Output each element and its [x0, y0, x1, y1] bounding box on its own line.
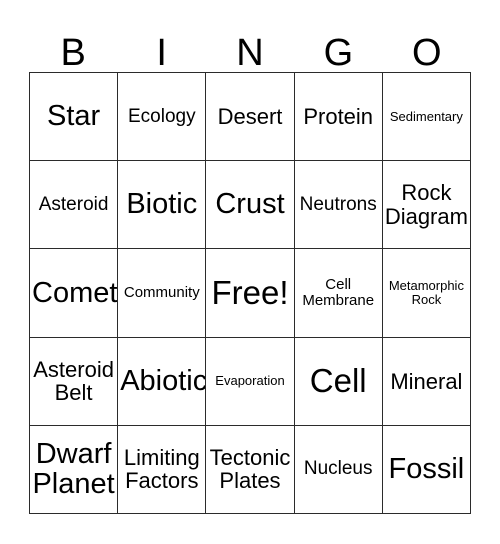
bingo-cell[interactable]: Evaporation	[206, 337, 295, 426]
bingo-cell[interactable]: Metamorphic Rock	[382, 249, 471, 338]
bingo-cell[interactable]: Star	[30, 73, 119, 162]
bingo-cell[interactable]: Mineral	[382, 337, 471, 426]
bingo-cell-label: Tectonic Plates	[209, 445, 291, 494]
bingo-cell[interactable]: Crust	[206, 161, 295, 250]
bingo-cell-label: Asteroid	[38, 193, 109, 215]
bingo-cell-label: Crust	[215, 188, 285, 221]
bingo-cell-label: Limiting Factors	[123, 445, 200, 494]
bingo-cell[interactable]: Comet	[30, 249, 119, 338]
bingo-cell-label: Neutrons	[299, 193, 377, 215]
bingo-cell-free[interactable]: Free!	[206, 249, 295, 338]
bingo-cell[interactable]: Cell	[294, 337, 383, 426]
bingo-cell-label: Asteroid Belt	[33, 356, 114, 406]
bingo-cell[interactable]: Cell Membrane	[294, 249, 383, 338]
bingo-cell[interactable]: Community	[118, 249, 207, 338]
bingo-cell[interactable]: Biotic	[118, 161, 207, 250]
bingo-cell-label: Cell Membrane	[302, 276, 375, 309]
bingo-cell[interactable]: Asteroid Belt	[30, 337, 119, 426]
bingo-cell-label: Evaporation	[215, 373, 285, 389]
bingo-cell[interactable]: Protein	[294, 73, 383, 162]
bingo-cell-label: Desert	[217, 103, 283, 129]
bingo-cell-label: Sedimentary	[389, 108, 463, 124]
bingo-cell[interactable]: Limiting Factors	[118, 425, 207, 514]
bingo-cell-label: Metamorphic Rock	[388, 278, 464, 307]
bingo-card: B I N G O Star Ecology Desert Protein Sedime…	[0, 0, 500, 544]
bingo-cell-label: Biotic	[126, 188, 198, 221]
bingo-cell[interactable]: Nucleus	[294, 425, 383, 514]
bingo-cell-label: Dwarf Planet	[32, 437, 115, 501]
header-letter-n: N	[236, 32, 264, 74]
bingo-cell[interactable]: Sedimentary	[382, 73, 471, 162]
bingo-cell-label: Ecology	[127, 105, 196, 127]
bingo-cell-label: Protein	[303, 103, 374, 129]
bingo-cell-label: Cell	[309, 361, 367, 399]
bingo-grid: Star Ecology Desert Protein Sedimentary Aster…	[29, 72, 471, 514]
header-letter-g: G	[323, 32, 354, 74]
bingo-cell[interactable]: Abiotic	[118, 337, 207, 426]
bingo-cell-label: Rock Diagram	[384, 180, 468, 229]
header-letter-i: I	[156, 32, 167, 74]
bingo-cell-label: Star	[47, 100, 101, 133]
bingo-cell-label: Nucleus	[303, 458, 373, 480]
bingo-cell-label: Free!	[211, 273, 289, 311]
bingo-cell[interactable]: Dwarf Planet	[30, 425, 119, 514]
bingo-cell[interactable]: Desert	[206, 73, 295, 162]
header-letter-o: O	[412, 32, 442, 74]
bingo-cell-label: Mineral	[390, 368, 463, 394]
bingo-cell-label: Abiotic	[120, 364, 207, 397]
bingo-cell[interactable]: Fossil	[382, 425, 471, 514]
bingo-cell[interactable]: Tectonic Plates	[206, 425, 295, 514]
bingo-cell-label: Community	[123, 284, 200, 302]
bingo-cell[interactable]: Rock Diagram	[382, 161, 471, 250]
bingo-cell[interactable]: Asteroid	[30, 161, 119, 250]
bingo-cell[interactable]: Ecology	[118, 73, 207, 162]
bingo-cell-label: Fossil	[388, 453, 465, 486]
bingo-header: B I N G O	[29, 18, 471, 72]
header-letter-b: B	[60, 32, 86, 74]
bingo-cell[interactable]: Neutrons	[294, 161, 383, 250]
bingo-cell-label: Comet	[32, 276, 118, 309]
